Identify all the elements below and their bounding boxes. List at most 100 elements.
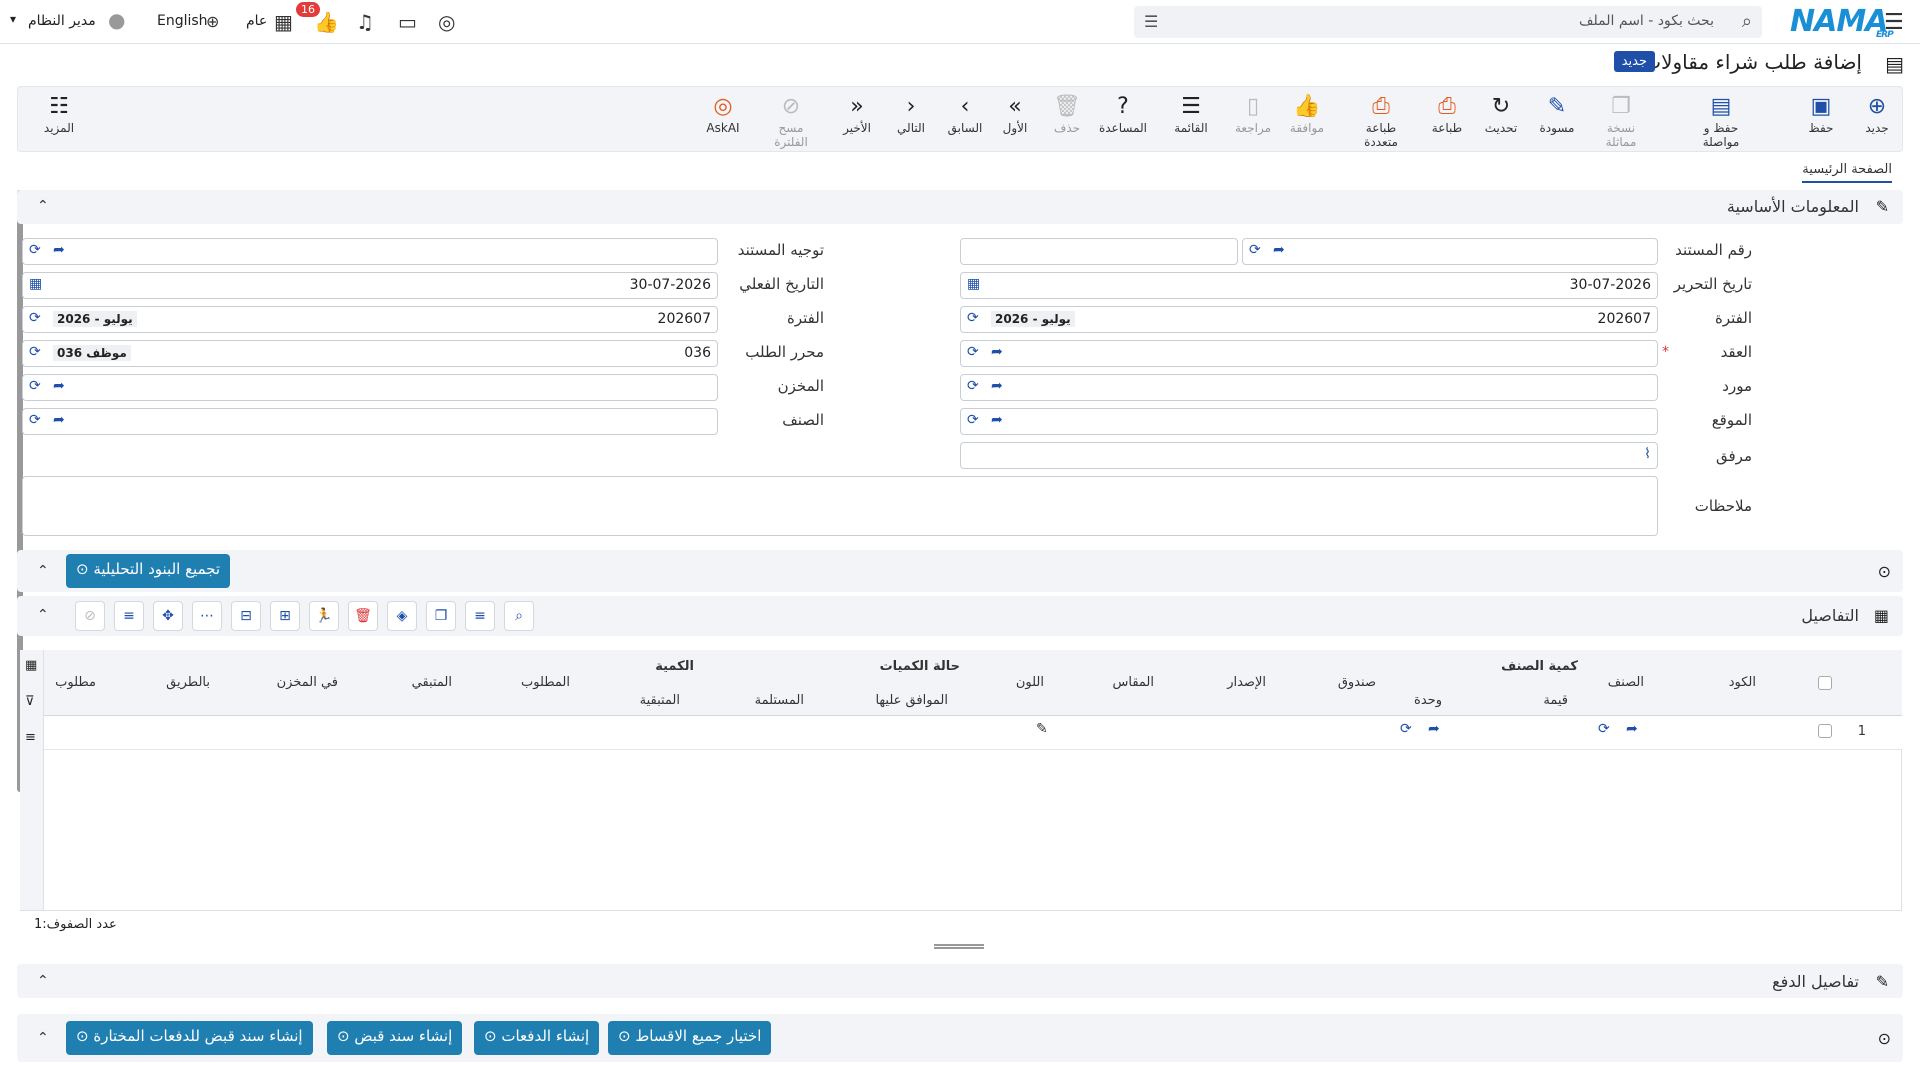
requester-field[interactable]: 036 ⟳ موظف 036	[22, 340, 718, 367]
branch-icon[interactable]: ▦	[274, 10, 293, 34]
resize-handle[interactable]	[934, 944, 984, 949]
toolbar-list-button[interactable]: ☰ القائمة	[1162, 93, 1220, 135]
toolbar-print-button[interactable]: ⎙ طباعة	[1418, 93, 1476, 135]
aggregate-button[interactable]: تجميع البنود التحليلية ⊙	[66, 554, 231, 588]
zoom-icon[interactable]: ⌕	[504, 601, 534, 631]
select-all-installments-button[interactable]: اختيار جميع الاقساط ⊙	[608, 1021, 772, 1055]
search-icon[interactable]: ⟳	[1598, 721, 1610, 737]
collapse-icon[interactable]: ⌃	[37, 607, 49, 623]
delete-icon[interactable]: 🗑	[348, 601, 378, 631]
play-icon[interactable]: ⊙	[1878, 562, 1891, 581]
share-icon[interactable]: ➦	[991, 344, 1003, 360]
share-icon[interactable]: ➦	[53, 242, 65, 258]
create-payments-button[interactable]: إنشاء الدفعات ⊙	[474, 1021, 600, 1055]
run-icon[interactable]: 🏃	[309, 601, 339, 631]
search-icon[interactable]: ⟳	[1249, 242, 1261, 258]
user-name[interactable]: مدير النظام	[28, 13, 96, 29]
toolbar-next-button[interactable]: › التالي	[882, 93, 940, 135]
share-icon[interactable]: ➦	[53, 378, 65, 394]
filter-icon[interactable]: ☰	[1144, 12, 1158, 31]
share-icon[interactable]: ➦	[53, 412, 65, 428]
period-field[interactable]: 202607 ⟳ 2026 - يوليو	[960, 306, 1658, 333]
toolbar-delete-button[interactable]: 🗑 حذف	[1038, 93, 1096, 135]
attachment-field[interactable]: ⌇	[960, 442, 1658, 469]
column-header[interactable]: صندوق	[1338, 675, 1376, 690]
create-receipt-button[interactable]: إنشاء سند قبض ⊙	[327, 1021, 463, 1055]
toolbar-first-button[interactable]: «الأول	[986, 93, 1044, 135]
rows-icon[interactable]: ≡	[25, 730, 36, 745]
dots-icon[interactable]: ⋯	[192, 601, 222, 631]
period-field-2[interactable]: 202607 ⟳ 2026 - يوليو	[22, 306, 718, 333]
eyedropper-icon[interactable]: ✎	[1036, 721, 1048, 737]
calendar-icon[interactable]: ▦	[29, 276, 42, 292]
location-field[interactable]: ⟳ ➦	[960, 408, 1658, 435]
search-icon[interactable]: ⟳	[1400, 721, 1412, 737]
column-header[interactable]: الإصدار	[1227, 675, 1266, 690]
collapse-icon[interactable]: ⌃	[37, 1030, 49, 1046]
play-icon[interactable]: ⊙	[1878, 1029, 1891, 1048]
share-icon[interactable]: ➦	[991, 378, 1003, 394]
toolbar-refresh-button[interactable]: ↻ تحديث	[1472, 93, 1530, 135]
chat-icon[interactable]: ▭	[398, 10, 417, 34]
column-header[interactable]: الموافق عليها	[875, 693, 948, 708]
basic-info-header[interactable]: ✎ المعلومات الأساسية ⌃	[17, 190, 1903, 224]
column-header[interactable]: وحدة	[1414, 693, 1442, 708]
layers-icon[interactable]: ◈	[387, 601, 417, 631]
column-header[interactable]: الكود	[1729, 675, 1756, 690]
tab-main[interactable]: الصفحة الرئيسية	[1802, 162, 1892, 183]
chevron-down-icon[interactable]: ▾	[10, 12, 16, 26]
share-icon[interactable]: ➦	[1273, 242, 1285, 258]
split-icon[interactable]: ⊟	[231, 601, 261, 631]
column-header[interactable]: بالطريق	[166, 675, 210, 690]
column-header[interactable]: الصنف	[1608, 675, 1644, 690]
merge-icon[interactable]: ⊞	[270, 601, 300, 631]
search-icon[interactable]: ⟳	[29, 378, 41, 394]
copy-icon[interactable]: ❐	[426, 601, 456, 631]
column-header[interactable]: اللون	[1016, 675, 1044, 690]
search-input[interactable]: ⌕ بحث بكود - اسم الملف ☰	[1134, 6, 1762, 38]
bell-icon[interactable]: ♫	[356, 10, 374, 34]
notes-textarea[interactable]	[22, 476, 1658, 536]
toolbar-save-continue-button[interactable]: ▤ حفظ و مواصلة	[1692, 93, 1750, 149]
doc-no-secondary-field[interactable]	[960, 238, 1238, 265]
warehouse-field[interactable]: ⟳ ➦	[22, 374, 718, 401]
share-icon[interactable]: ➦	[1626, 721, 1638, 737]
toolbar-approve-button[interactable]: 👍 موافقة	[1278, 93, 1336, 135]
toolbar-prev-button[interactable]: ‹ السابق	[936, 93, 994, 135]
move-icon[interactable]: ✥	[153, 601, 183, 631]
row-checkbox[interactable]	[1818, 724, 1832, 738]
search-icon[interactable]: ⟳	[29, 344, 41, 360]
column-header[interactable]: حالة الكميات	[880, 659, 960, 674]
column-header[interactable]: المطلوب	[521, 675, 570, 690]
column-header[interactable]: المقاس	[1113, 675, 1155, 690]
language-switch[interactable]: English	[157, 13, 208, 29]
doc-no-field[interactable]: ⟳ ➦	[1242, 238, 1658, 265]
avatar[interactable]: ●	[108, 8, 125, 32]
toolbar-last-button[interactable]: » الأخير	[828, 93, 886, 135]
toolbar-help-button[interactable]: ? المساعدة	[1094, 93, 1152, 135]
toolbar-draft-button[interactable]: ✎ مسودة	[1528, 93, 1586, 135]
search-icon[interactable]: ⟳	[29, 310, 41, 326]
search-icon[interactable]: ⟳	[29, 242, 41, 258]
filter-icon[interactable]: ⊽	[25, 694, 35, 709]
toolbar-review-button[interactable]: ▯ مراجعة	[1224, 93, 1282, 135]
ai-icon[interactable]: ◎	[438, 10, 455, 34]
contract-field[interactable]: ⟳ ➦	[960, 340, 1658, 367]
item-field[interactable]: ⟳ ➦	[22, 408, 718, 435]
table-row[interactable]	[44, 716, 1902, 750]
collapse-icon[interactable]: ⌃	[37, 198, 49, 214]
toolbar-save-button[interactable]: ▣ حفظ	[1792, 93, 1850, 135]
create-receipt-selected-button[interactable]: إنشاء سند قبض للدفعات المختارة ⊙	[66, 1021, 313, 1055]
collapse-icon[interactable]: ⌃	[37, 563, 49, 579]
share-icon[interactable]: ➦	[1428, 721, 1440, 737]
supplier-field[interactable]: ⟳ ➦	[960, 374, 1658, 401]
clear-filter-icon[interactable]: ⊘	[75, 601, 105, 631]
paperclip-icon[interactable]: ⌇	[1644, 446, 1651, 462]
scope-label[interactable]: عام	[246, 13, 267, 29]
search-icon[interactable]: ⟳	[29, 412, 41, 428]
collapse-icon[interactable]: ⌃	[37, 973, 49, 989]
columns-icon[interactable]: ▦	[25, 658, 37, 673]
calendar-icon[interactable]: ▦	[967, 276, 980, 292]
column-header[interactable]: الكمية	[655, 659, 694, 674]
search-icon[interactable]: ⟳	[967, 378, 979, 394]
